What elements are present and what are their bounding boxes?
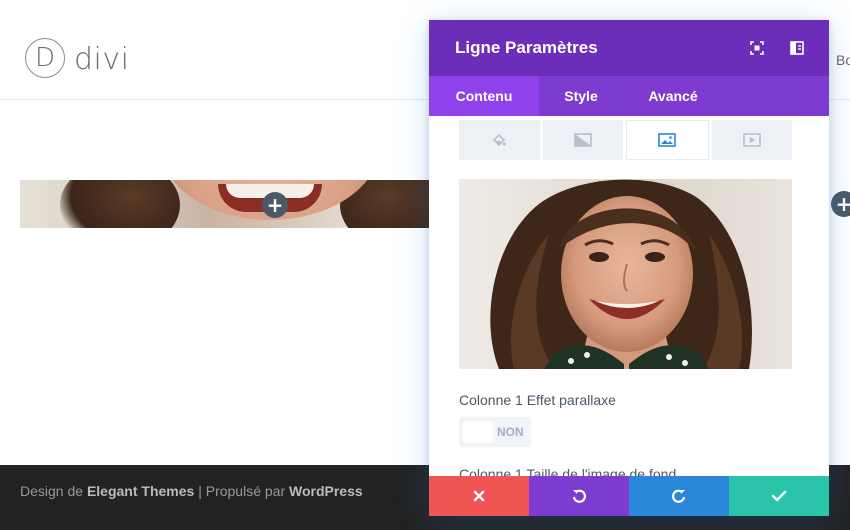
background-gradient-tab[interactable] [542,120,623,160]
undo-button[interactable] [529,476,629,516]
modal-body[interactable]: Colonne 1 Effet parallaxe NON Colonne 1 … [429,116,829,476]
footer-credits: Design de Elegant Themes | Propulsé par … [20,483,363,499]
toggle-state: NON [497,425,524,439]
footer-prefix: Design de [20,483,87,499]
logo-text[interactable]: divi [74,40,129,80]
modal-footer [429,476,829,516]
logo-icon[interactable]: D [25,38,65,78]
image-icon [658,133,677,147]
background-image-preview[interactable] [459,179,792,369]
footer-platform-link[interactable]: WordPress [289,483,363,499]
add-row-button[interactable]: + [831,191,850,217]
footer-separator: | Propulsé par [194,483,289,499]
portrait-image [490,179,752,369]
background-image-tab[interactable] [626,120,709,160]
snap-sidebar-icon[interactable] [789,40,805,56]
modal-header[interactable]: Ligne Paramètres [429,20,829,76]
tab-style[interactable]: Style [539,76,623,116]
check-icon [771,490,787,502]
background-type-selector [459,120,792,160]
gradient-icon [573,133,592,147]
modal-title: Ligne Paramètres [455,38,598,57]
undo-icon [572,489,586,503]
video-icon [742,133,761,147]
tab-avance[interactable]: Avancé [623,76,723,116]
hair-shape [60,180,180,228]
parallax-toggle[interactable]: NON [459,417,531,447]
background-color-tab[interactable] [459,120,540,160]
background-video-tab[interactable] [711,120,792,160]
image-size-label: Colonne 1 Taille de l'image de fond [459,466,677,476]
logo-letter: D [34,43,56,73]
cancel-button[interactable] [429,476,529,516]
row-settings-modal: Ligne Paramètres Contenu Style Avancé Co… [429,20,829,516]
redo-button[interactable] [629,476,729,516]
modal-tabs: Contenu Style Avancé [429,76,829,116]
toggle-knob [463,421,493,443]
parallax-label: Colonne 1 Effet parallaxe [459,392,616,408]
tab-contenu[interactable]: Contenu [429,76,539,116]
footer-brand-link[interactable]: Elegant Themes [87,483,194,499]
add-module-button[interactable]: + [262,192,288,218]
paint-bucket-icon [493,133,507,147]
save-button[interactable] [729,476,829,516]
redo-icon [672,489,686,503]
row-background-image [20,180,440,228]
nav-menu-item[interactable]: Bo [836,52,850,68]
fullscreen-icon[interactable] [749,40,765,56]
close-icon [473,490,485,502]
